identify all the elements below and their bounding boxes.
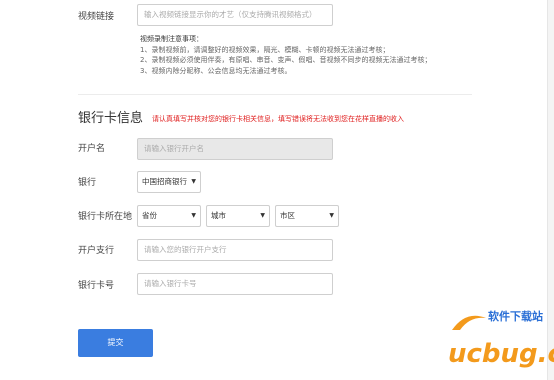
chevron-down-icon: ▼ [191, 212, 196, 219]
province-select-value: 省份 [142, 211, 157, 220]
account-name-label: 开户名 [78, 144, 106, 154]
watermark-en-text: ucbug.cc [448, 339, 554, 369]
chevron-down-icon: ▼ [191, 178, 196, 185]
district-select[interactable]: 市区 ▼ [275, 205, 339, 227]
branch-label: 开户支行 [78, 246, 115, 256]
video-link-input[interactable]: 输入视频链接显示你的才艺（仅支持腾讯视频格式） [137, 4, 333, 26]
video-note-3: 3、视频内除分昵称、公会信息均无法通过考核。 [140, 66, 292, 75]
bank-warning: 请认真填写并核对您的银行卡相关信息，填写错误将无法收到您在花样直播的收入 [152, 115, 404, 123]
bank-section-title: 银行卡信息 [78, 111, 144, 126]
section-divider [78, 94, 472, 95]
video-link-label: 视频链接 [78, 12, 115, 22]
video-note-2: 2、录制视频必须使用伴奏，有原唱、串音、变声、假唱、音视频不同步的视频无法通过考… [140, 56, 432, 64]
site-watermark-logo: 软件下载站 ucbug.cc [446, 300, 554, 370]
account-name-input[interactable]: 请输入银行开户名 [137, 138, 333, 160]
chevron-down-icon: ▼ [260, 212, 265, 219]
bank-select-value: 中国招商银行 [142, 177, 187, 186]
watermark-graphic: 软件下载站 ucbug.cc [448, 309, 554, 369]
bank-select[interactable]: 中国招商银行 ▼ [137, 171, 201, 193]
video-note-1: 1、录制视频前，请调整好的视频效果，隔光、模糊、卡顿的视频无法通过考核； [140, 45, 390, 54]
chevron-down-icon: ▼ [329, 212, 334, 219]
video-notes-title: 视频录制注意事项： [140, 35, 203, 43]
submit-button[interactable]: 提交 [78, 329, 153, 357]
bank-label: 银行 [78, 178, 97, 188]
card-number-input[interactable]: 请输入银行卡号 [137, 273, 333, 295]
watermark-cn-text: 软件下载站 [488, 309, 543, 323]
district-select-value: 市区 [280, 211, 295, 220]
card-number-label: 银行卡号 [78, 281, 115, 291]
video-notes: 视频录制注意事项： 1、录制视频前，请调整好的视频效果，隔光、模糊、卡顿的视频无… [140, 34, 431, 76]
branch-input[interactable]: 请输入您的银行开户支行 [137, 239, 333, 261]
city-select[interactable]: 城市 ▼ [206, 205, 270, 227]
location-label: 银行卡所在地 [78, 212, 133, 222]
province-select[interactable]: 省份 ▼ [137, 205, 201, 227]
city-select-value: 城市 [211, 211, 226, 220]
